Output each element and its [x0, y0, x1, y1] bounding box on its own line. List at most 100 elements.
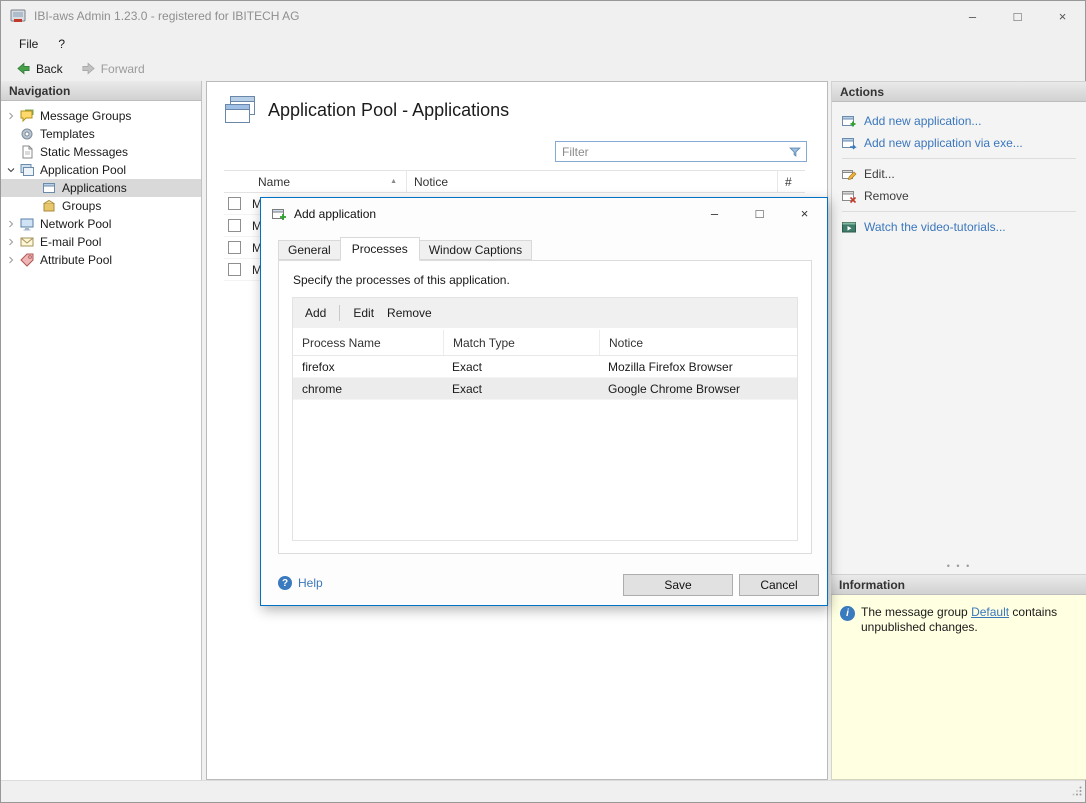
- sort-ascending-icon: ▲: [390, 178, 397, 185]
- back-label: Back: [36, 61, 63, 76]
- column-label-name: Name: [258, 174, 291, 189]
- process-edit-button[interactable]: Edit: [353, 306, 374, 320]
- minimize-button[interactable]: –: [950, 1, 995, 31]
- process-name-cell: firefox: [302, 359, 335, 374]
- info-text-before: The message group: [861, 605, 972, 619]
- action-label: Add new application via exe...: [864, 136, 1023, 150]
- tree-item-templates[interactable]: Templates: [1, 125, 201, 143]
- tree-item-application-pool[interactable]: Application Pool: [1, 161, 201, 179]
- save-button[interactable]: Save: [623, 574, 733, 596]
- chevron-down-icon[interactable]: [3, 162, 19, 178]
- tab-general[interactable]: General: [278, 240, 341, 260]
- close-button[interactable]: ×: [1040, 1, 1085, 31]
- process-remove-button[interactable]: Remove: [387, 306, 432, 320]
- actions-separator: [842, 211, 1076, 212]
- tree-item-groups[interactable]: Groups: [1, 197, 201, 215]
- dialog-title: Add application: [294, 206, 377, 221]
- menu-file[interactable]: File: [9, 34, 48, 54]
- panel-splitter[interactable]: • • •: [832, 561, 1086, 571]
- default-group-link[interactable]: Default: [971, 605, 1009, 619]
- row-checkbox[interactable]: [228, 219, 241, 232]
- column-header-process-name[interactable]: Process Name: [293, 330, 443, 355]
- email-pool-icon: [19, 234, 35, 250]
- forward-button[interactable]: Forward: [72, 59, 154, 78]
- dialog-controls: – □ ×: [692, 198, 827, 229]
- back-button[interactable]: Back: [7, 59, 72, 78]
- remove-icon: [841, 188, 857, 204]
- row-checkbox[interactable]: [228, 241, 241, 254]
- navigation-tree: Message Groups Templates Static Messages…: [1, 101, 201, 269]
- page-title: Application Pool - Applications: [268, 99, 510, 120]
- app-logo-icon: [9, 7, 27, 25]
- dialog-maximize-button[interactable]: □: [737, 198, 782, 229]
- chevron-right-icon[interactable]: [3, 252, 19, 268]
- chevron-right-icon[interactable]: [3, 234, 19, 250]
- help-icon: ?: [278, 576, 292, 590]
- filter-field: [555, 141, 807, 162]
- row-checkbox[interactable]: [228, 263, 241, 276]
- message-groups-icon: [19, 108, 35, 124]
- back-arrow-icon: [16, 61, 31, 76]
- action-watch-video-tutorials[interactable]: Watch the video-tutorials...: [832, 216, 1086, 238]
- processes-group: Add Edit Remove Process Name Match Type …: [292, 297, 798, 541]
- tree-item-applications[interactable]: Applications: [1, 179, 201, 197]
- information-body: i The message group Default contains unp…: [831, 595, 1086, 780]
- column-header-count[interactable]: #: [778, 171, 805, 192]
- help-label: Help: [298, 576, 323, 590]
- process-row-firefox[interactable]: firefox Exact Mozilla Firefox Browser: [293, 356, 797, 378]
- action-add-new-application[interactable]: Add new application...: [832, 110, 1086, 132]
- groups-icon: [41, 198, 57, 214]
- filter-funnel-icon[interactable]: [788, 145, 802, 159]
- process-add-button[interactable]: Add: [305, 306, 326, 320]
- cancel-button[interactable]: Cancel: [739, 574, 819, 596]
- actions-panel: Actions Add new application... Add new a…: [831, 81, 1086, 575]
- maximize-button[interactable]: □: [995, 1, 1040, 31]
- column-header-name[interactable]: Name ▲: [251, 171, 407, 192]
- resize-grip-icon[interactable]: [1072, 785, 1082, 799]
- add-application-exe-icon: [841, 135, 857, 151]
- action-label: Watch the video-tutorials...: [864, 220, 1006, 234]
- column-header-match-type[interactable]: Match Type: [443, 330, 599, 355]
- processes-table-header: Process Name Match Type Notice: [293, 330, 797, 356]
- menu-bar: File ?: [1, 31, 1085, 56]
- help-link[interactable]: ? Help: [278, 576, 323, 590]
- tree-item-network-pool[interactable]: Network Pool: [1, 215, 201, 233]
- match-type-cell: Exact: [452, 359, 483, 374]
- forward-label: Forward: [100, 61, 145, 76]
- action-edit[interactable]: Edit...: [832, 163, 1086, 185]
- chevron-right-icon[interactable]: [3, 216, 19, 232]
- tab-processes[interactable]: Processes: [339, 237, 420, 261]
- column-header-notice[interactable]: Notice: [407, 171, 778, 192]
- filter-input[interactable]: [562, 144, 788, 159]
- edit-icon: [841, 166, 857, 182]
- nav-toolbar: Back Forward: [1, 56, 1085, 81]
- menu-help[interactable]: ?: [48, 34, 75, 54]
- tree-item-static-messages[interactable]: Static Messages: [1, 143, 201, 161]
- dialog-tabs: General Processes Window Captions: [278, 237, 533, 261]
- app-window: IBI-aws Admin 1.23.0 - registered for IB…: [0, 0, 1086, 803]
- row-checkbox[interactable]: [228, 197, 241, 210]
- process-row-chrome[interactable]: chrome Exact Google Chrome Browser: [293, 378, 797, 400]
- dialog-close-button[interactable]: ×: [782, 198, 827, 229]
- action-remove[interactable]: Remove: [832, 185, 1086, 207]
- action-add-application-via-exe[interactable]: Add new application via exe...: [832, 132, 1086, 154]
- tree-item-attribute-pool[interactable]: Attribute Pool: [1, 251, 201, 269]
- right-column: Actions Add new application... Add new a…: [831, 81, 1086, 780]
- tree-item-message-groups[interactable]: Message Groups: [1, 107, 201, 125]
- column-label-notice: Notice: [414, 174, 449, 189]
- tree-item-email-pool[interactable]: E-mail Pool: [1, 233, 201, 251]
- tree-label: E-mail Pool: [40, 235, 102, 249]
- column-label-match-type: Match Type: [453, 335, 515, 350]
- column-label-notice: Notice: [609, 335, 644, 350]
- processes-tab-panel: Specify the processes of this applicatio…: [278, 260, 812, 554]
- header-checkbox-column: [224, 171, 251, 192]
- add-application-dialog: Add application – □ × General Processes …: [260, 197, 828, 606]
- action-label: Remove: [864, 189, 909, 203]
- tab-window-captions[interactable]: Window Captions: [418, 240, 533, 260]
- window-title: IBI-aws Admin 1.23.0 - registered for IB…: [34, 9, 300, 23]
- column-header-notice[interactable]: Notice: [599, 330, 797, 355]
- dialog-minimize-button[interactable]: –: [692, 198, 737, 229]
- chevron-right-icon[interactable]: [3, 108, 19, 124]
